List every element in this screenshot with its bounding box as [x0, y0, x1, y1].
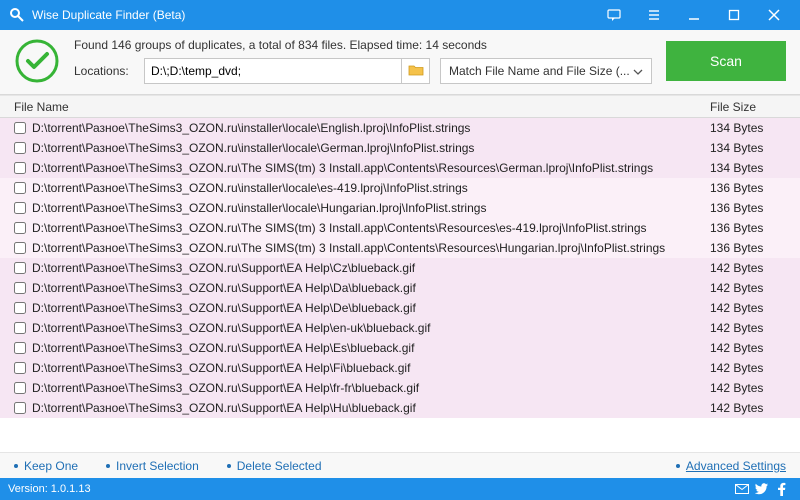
scan-button[interactable]: Scan	[666, 41, 786, 81]
table-row[interactable]: D:\torrent\Разное\TheSims3_OZON.ru\The S…	[0, 218, 800, 238]
table-row[interactable]: D:\torrent\Разное\TheSims3_OZON.ru\insta…	[0, 178, 800, 198]
cell-filename: D:\torrent\Разное\TheSims3_OZON.ru\Suppo…	[32, 361, 710, 375]
cell-filesize: 136 Bytes	[710, 181, 800, 195]
row-checkbox[interactable]	[14, 342, 26, 354]
table-row[interactable]: D:\torrent\Разное\TheSims3_OZON.ru\Suppo…	[0, 278, 800, 298]
invert-selection-link[interactable]: Invert Selection	[106, 459, 199, 473]
row-checkbox[interactable]	[14, 242, 26, 254]
column-header-filename[interactable]: File Name	[14, 100, 710, 114]
row-checkbox[interactable]	[14, 302, 26, 314]
cell-filesize: 142 Bytes	[710, 281, 800, 295]
table-row[interactable]: D:\torrent\Разное\TheSims3_OZON.ru\Suppo…	[0, 298, 800, 318]
row-checkbox[interactable]	[14, 322, 26, 334]
table-row[interactable]: D:\torrent\Разное\TheSims3_OZON.ru\Suppo…	[0, 318, 800, 338]
table-row[interactable]: D:\torrent\Разное\TheSims3_OZON.ru\insta…	[0, 138, 800, 158]
results-table: File Name File Size D:\torrent\Разное\Th…	[0, 95, 800, 452]
chevron-down-icon	[633, 64, 643, 78]
version-label: Version: 1.0.1.13	[8, 483, 91, 495]
table-row[interactable]: D:\torrent\Разное\TheSims3_OZON.ru\Suppo…	[0, 358, 800, 378]
cell-filename: D:\torrent\Разное\TheSims3_OZON.ru\The S…	[32, 161, 710, 175]
close-button[interactable]	[754, 0, 794, 30]
row-checkbox[interactable]	[14, 382, 26, 394]
table-row[interactable]: D:\torrent\Разное\TheSims3_OZON.ru\The S…	[0, 158, 800, 178]
row-checkbox[interactable]	[14, 202, 26, 214]
cell-filesize: 136 Bytes	[710, 221, 800, 235]
cell-filename: D:\torrent\Разное\TheSims3_OZON.ru\Suppo…	[32, 401, 710, 415]
cell-filename: D:\torrent\Разное\TheSims3_OZON.ru\insta…	[32, 181, 710, 195]
cell-filename: D:\torrent\Разное\TheSims3_OZON.ru\Suppo…	[32, 321, 710, 335]
table-row[interactable]: D:\torrent\Разное\TheSims3_OZON.ru\Suppo…	[0, 338, 800, 358]
table-row[interactable]: D:\torrent\Разное\TheSims3_OZON.ru\Suppo…	[0, 258, 800, 278]
row-checkbox[interactable]	[14, 262, 26, 274]
row-checkbox[interactable]	[14, 142, 26, 154]
advanced-settings-link[interactable]: Advanced Settings	[676, 459, 786, 473]
summary-text: Found 146 groups of duplicates, a total …	[74, 38, 652, 52]
cell-filename: D:\torrent\Разное\TheSims3_OZON.ru\Suppo…	[32, 281, 710, 295]
keep-one-link[interactable]: Keep One	[14, 459, 78, 473]
cell-filesize: 142 Bytes	[710, 361, 800, 375]
cell-filesize: 134 Bytes	[710, 141, 800, 155]
row-checkbox[interactable]	[14, 182, 26, 194]
column-header-filesize[interactable]: File Size	[710, 100, 800, 114]
minimize-button[interactable]	[674, 0, 714, 30]
twitter-icon[interactable]	[752, 478, 772, 500]
locations-input[interactable]	[144, 58, 402, 84]
cell-filename: D:\torrent\Разное\TheSims3_OZON.ru\The S…	[32, 221, 710, 235]
cell-filename: D:\torrent\Разное\TheSims3_OZON.ru\Suppo…	[32, 261, 710, 275]
table-row[interactable]: D:\torrent\Разное\TheSims3_OZON.ru\insta…	[0, 118, 800, 138]
row-checkbox[interactable]	[14, 222, 26, 234]
match-mode-select[interactable]: Match File Name and File Size (...	[440, 58, 652, 84]
cell-filename: D:\torrent\Разное\TheSims3_OZON.ru\The S…	[32, 241, 710, 255]
cell-filename: D:\torrent\Разное\TheSims3_OZON.ru\Suppo…	[32, 381, 710, 395]
cell-filesize: 142 Bytes	[710, 261, 800, 275]
match-mode-value: Match File Name and File Size (...	[449, 64, 630, 78]
app-title: Wise Duplicate Finder (Beta)	[32, 8, 185, 22]
locations-label: Locations:	[74, 64, 134, 78]
cell-filesize: 136 Bytes	[710, 201, 800, 215]
table-row[interactable]: D:\torrent\Разное\TheSims3_OZON.ru\Suppo…	[0, 398, 800, 418]
cell-filename: D:\torrent\Разное\TheSims3_OZON.ru\insta…	[32, 121, 710, 135]
delete-selected-link[interactable]: Delete Selected	[227, 459, 322, 473]
facebook-icon[interactable]	[772, 478, 792, 500]
title-bar[interactable]: Wise Duplicate Finder (Beta)	[0, 0, 800, 30]
cell-filename: D:\torrent\Разное\TheSims3_OZON.ru\Suppo…	[32, 301, 710, 315]
cell-filesize: 136 Bytes	[710, 241, 800, 255]
feedback-icon[interactable]	[594, 0, 634, 30]
app-window: Wise Duplicate Finder (Beta) Found 146 g…	[0, 0, 800, 500]
maximize-button[interactable]	[714, 0, 754, 30]
header-panel: Found 146 groups of duplicates, a total …	[0, 30, 800, 95]
row-checkbox[interactable]	[14, 122, 26, 134]
cell-filename: D:\torrent\Разное\TheSims3_OZON.ru\Suppo…	[32, 341, 710, 355]
app-icon	[8, 6, 26, 24]
table-row[interactable]: D:\torrent\Разное\TheSims3_OZON.ru\insta…	[0, 198, 800, 218]
status-bar: Version: 1.0.1.13	[0, 478, 800, 500]
table-row[interactable]: D:\torrent\Разное\TheSims3_OZON.ru\Suppo…	[0, 378, 800, 398]
row-checkbox[interactable]	[14, 362, 26, 374]
folder-icon	[408, 63, 424, 80]
menu-icon[interactable]	[634, 0, 674, 30]
table-header: File Name File Size	[0, 96, 800, 118]
cell-filesize: 142 Bytes	[710, 341, 800, 355]
status-check-icon	[14, 38, 60, 84]
table-body[interactable]: D:\torrent\Разное\TheSims3_OZON.ru\insta…	[0, 118, 800, 452]
table-row[interactable]: D:\torrent\Разное\TheSims3_OZON.ru\The S…	[0, 238, 800, 258]
row-checkbox[interactable]	[14, 402, 26, 414]
cell-filesize: 142 Bytes	[710, 321, 800, 335]
action-bar: Keep One Invert Selection Delete Selecte…	[0, 452, 800, 478]
row-checkbox[interactable]	[14, 162, 26, 174]
cell-filesize: 142 Bytes	[710, 401, 800, 415]
cell-filename: D:\torrent\Разное\TheSims3_OZON.ru\insta…	[32, 141, 710, 155]
browse-folder-button[interactable]	[402, 58, 430, 84]
email-icon[interactable]	[732, 478, 752, 500]
cell-filesize: 142 Bytes	[710, 301, 800, 315]
cell-filename: D:\torrent\Разное\TheSims3_OZON.ru\insta…	[32, 201, 710, 215]
cell-filesize: 134 Bytes	[710, 121, 800, 135]
row-checkbox[interactable]	[14, 282, 26, 294]
cell-filesize: 134 Bytes	[710, 161, 800, 175]
cell-filesize: 142 Bytes	[710, 381, 800, 395]
